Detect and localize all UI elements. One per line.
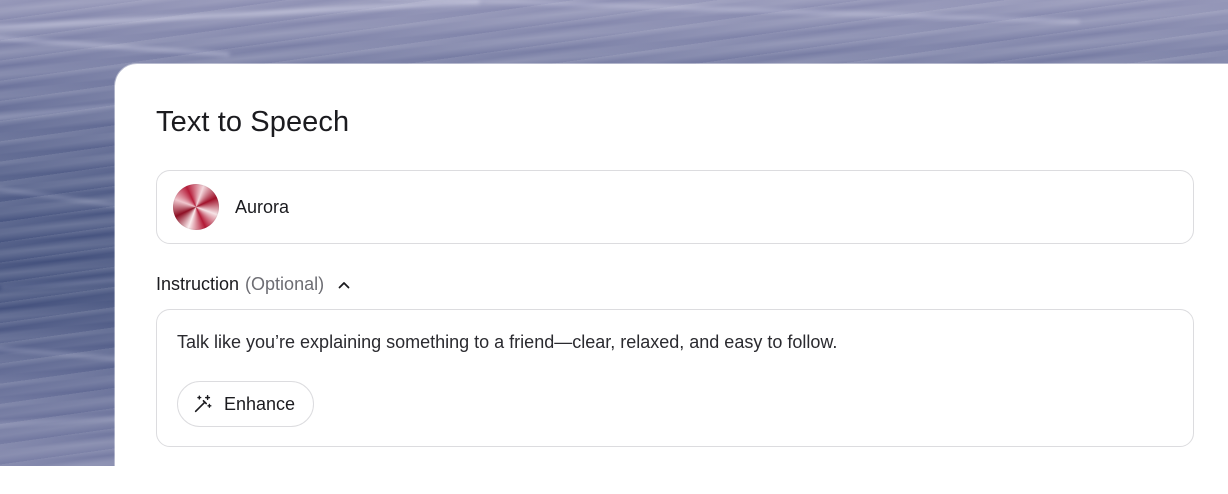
enhance-button[interactable]: Enhance [177, 381, 315, 427]
voice-name: Aurora [235, 196, 290, 217]
instruction-text[interactable]: Talk like you’re explaining something to… [177, 332, 1167, 353]
instruction-toggle[interactable]: Instruction (Optional) [156, 274, 352, 295]
enhance-button-label: Enhance [224, 393, 296, 414]
instruction-input[interactable]: Talk like you’re explaining something to… [156, 309, 1194, 447]
voice-avatar-icon [173, 184, 219, 230]
voice-selector[interactable]: Aurora [156, 170, 1194, 244]
optional-label: (Optional) [245, 274, 325, 294]
magic-wand-icon [194, 395, 212, 413]
text-to-speech-panel: Text to Speech Aurora Instruction (Optio… [115, 64, 1228, 494]
instruction-label: Instruction [156, 274, 240, 294]
page-title: Text to Speech [156, 106, 350, 138]
chevron-up-icon [338, 281, 350, 288]
